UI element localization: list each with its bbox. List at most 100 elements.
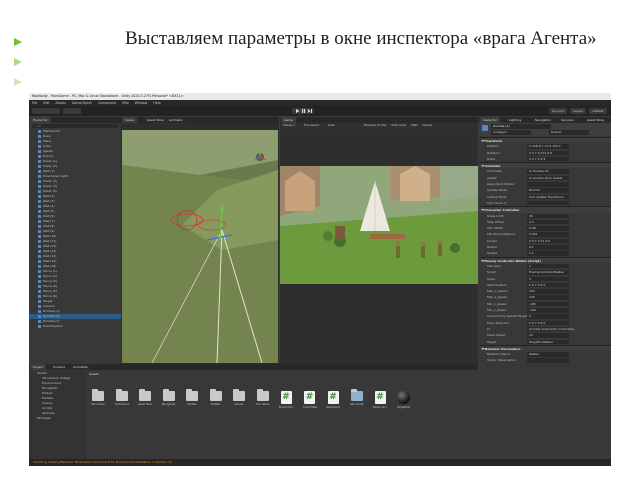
gameobject-icon bbox=[38, 235, 41, 238]
property-value-field[interactable]: 0.1 bbox=[527, 245, 569, 250]
asset-item[interactable]: # EnemyContr... bbox=[279, 391, 293, 409]
asset-item[interactable]: # EnemyWalk... bbox=[303, 391, 317, 409]
property-value-field[interactable]: X 0 Y 0.712 Z 0 bbox=[527, 150, 569, 156]
project-folder-item[interactable]: Packages bbox=[29, 416, 86, 421]
property-value-field[interactable]: 0.3 bbox=[527, 219, 569, 225]
tag-dropdown[interactable]: Untagged bbox=[491, 130, 531, 135]
property-value-field[interactable]: Zombie (Character Controller) bbox=[527, 326, 574, 332]
tab-project-0[interactable]: Project bbox=[30, 364, 47, 370]
property-value-field[interactable]: -195 bbox=[527, 301, 569, 307]
layer-dropdown[interactable]: Default bbox=[549, 130, 589, 135]
project-folder-label: Scenes bbox=[42, 401, 53, 405]
property-value-field[interactable]: 5 bbox=[527, 276, 569, 282]
stats-toggle[interactable]: Stats bbox=[411, 124, 418, 127]
property-label: Behavior Name bbox=[487, 352, 511, 357]
folder-icon bbox=[256, 389, 269, 401]
layout-dropdown[interactable]: Default bbox=[589, 108, 607, 114]
asset-item[interactable]: Prefabs bbox=[209, 389, 223, 406]
aspect-dropdown[interactable]: Free Aspect bbox=[304, 124, 319, 127]
property-value-field[interactable]: Walker bbox=[527, 352, 569, 357]
asset-item[interactable]: ML-Agents bbox=[162, 389, 176, 406]
property-value-field[interactable]: -195 bbox=[527, 308, 569, 313]
gameobject-icon bbox=[38, 295, 41, 298]
hierarchy-item-label: Wall (9) bbox=[43, 229, 55, 233]
toolbar: Account Layers Default bbox=[29, 106, 611, 116]
property-value-field[interactable]: 195 bbox=[527, 289, 569, 294]
property-value-field[interactable]: X 2 Y 2 Z 2 bbox=[527, 156, 569, 162]
menu-item-assets[interactable]: Assets bbox=[56, 101, 66, 105]
transform-tools[interactable] bbox=[32, 108, 60, 114]
asset-item[interactable]: 3D Cartoon Vill... bbox=[91, 389, 105, 406]
tab-scene-0[interactable]: Scene bbox=[122, 117, 138, 123]
tab-project-2[interactable]: Animation bbox=[70, 364, 92, 370]
asset-item[interactable]: Scenes bbox=[232, 389, 246, 406]
property-value-field[interactable]: 1 bbox=[527, 263, 569, 269]
mute-toggle[interactable]: Mute Audio bbox=[392, 124, 407, 127]
property-value-field[interactable]: X 0 Y 0 Z 0 bbox=[527, 320, 569, 326]
property-value-field[interactable]: 1.5 bbox=[527, 251, 569, 256]
hierarchy-search-input[interactable]: All bbox=[32, 124, 118, 128]
display-dropdown[interactable]: Display 1 bbox=[283, 124, 295, 127]
property-value-field[interactable]: 10 bbox=[527, 333, 569, 338]
property-value-field[interactable]: TargetForWalker bbox=[527, 339, 569, 344]
menu-item-mile[interactable]: Mile bbox=[122, 101, 128, 105]
menu-item-window[interactable]: Window bbox=[135, 101, 148, 105]
hierarchy-item[interactable]: EventSystem bbox=[29, 324, 121, 329]
asset-item[interactable]: New Terrain bbox=[350, 389, 364, 406]
property-value-field[interactable]: X 0 Y 0 Z 0 bbox=[527, 282, 569, 288]
scene-viewport[interactable] bbox=[122, 130, 278, 363]
scale-slider[interactable]: Scale bbox=[328, 124, 335, 127]
menu-item-component[interactable]: Component bbox=[98, 101, 117, 105]
property-label: Max Skip bbox=[487, 263, 501, 268]
folder-icon bbox=[186, 389, 198, 401]
property-value-field[interactable]: ts Zombie 01 bbox=[527, 169, 569, 174]
asset-item[interactable]: Toon Skins bbox=[256, 389, 270, 406]
layers-dropdown[interactable]: Layers bbox=[570, 108, 586, 114]
tab-project-1[interactable]: Console bbox=[50, 364, 68, 370]
pivot-toggle[interactable] bbox=[63, 108, 81, 114]
gameobject-icon bbox=[38, 135, 41, 138]
property-value-field[interactable]: 195 bbox=[527, 295, 569, 300]
property-value-field[interactable]: Normal bbox=[527, 188, 569, 193]
property-value-field[interactable]: 45 bbox=[527, 213, 569, 219]
property-value-field[interactable]: Cull Update Transforms bbox=[527, 194, 569, 200]
game-render bbox=[280, 166, 478, 284]
property-value-field[interactable]: X 226.8 Y 13 Z 122.7 bbox=[527, 144, 569, 149]
asset-item[interactable]: Models bbox=[185, 389, 199, 406]
property-value-field[interactable]: 0 bbox=[527, 314, 569, 319]
property-value-field[interactable]: 0.001 bbox=[527, 232, 569, 237]
property-value-field[interactable]: X 0 Y 0.27 Z 0 bbox=[527, 238, 569, 244]
asset-item[interactable]: # GameContro... bbox=[326, 391, 340, 409]
property-value-field[interactable] bbox=[527, 182, 569, 187]
gameobject-icon bbox=[38, 300, 41, 303]
property-label: Controller bbox=[487, 169, 502, 174]
inspector-header: Zombie (1) Untagged Default bbox=[479, 123, 611, 136]
asset-item[interactable]: Animations bbox=[115, 389, 129, 406]
menu-item-gameobject[interactable]: GameObject bbox=[72, 101, 92, 105]
property-value-field[interactable]: EnemyControllerWalker bbox=[527, 270, 569, 275]
menu-item-help[interactable]: Help bbox=[153, 101, 160, 105]
account-dropdown[interactable]: Account bbox=[549, 108, 567, 114]
asset-item[interactable]: TargetMat bbox=[397, 391, 411, 409]
tab-scene-2[interactable]: Animator bbox=[166, 117, 186, 123]
menu-item-file[interactable]: File bbox=[32, 101, 37, 105]
property-value-field[interactable] bbox=[527, 200, 569, 206]
gameobject-icon bbox=[38, 145, 41, 148]
game-viewport[interactable] bbox=[280, 166, 478, 284]
tab-scene-1[interactable]: Asset Store bbox=[144, 117, 168, 123]
object-name-field[interactable]: Zombie (1) bbox=[491, 124, 551, 129]
play-controls[interactable] bbox=[292, 108, 314, 114]
maximize-toggle[interactable]: Maximize On Play bbox=[364, 124, 387, 127]
asset-item[interactable]: # Player Scri... bbox=[373, 391, 387, 409]
property-value-field[interactable] bbox=[527, 358, 569, 363]
menu-item-edit[interactable]: Edit bbox=[43, 101, 49, 105]
tab-hierarchy[interactable]: Hierarchy bbox=[30, 117, 51, 123]
property-value-field[interactable]: ts zombie anim Avatar bbox=[527, 175, 569, 181]
project-folder-label: Prefabs bbox=[42, 396, 54, 400]
hierarchy-item-label: Fence (5) bbox=[43, 289, 58, 293]
asset-item[interactable]: Asset Store bbox=[138, 389, 152, 406]
property-value-field[interactable]: 0.08 bbox=[527, 226, 569, 231]
property-label: Avatar bbox=[487, 175, 497, 180]
gizmos-toggle[interactable]: Gizmos bbox=[423, 124, 433, 127]
gameobject-icon bbox=[38, 230, 41, 233]
